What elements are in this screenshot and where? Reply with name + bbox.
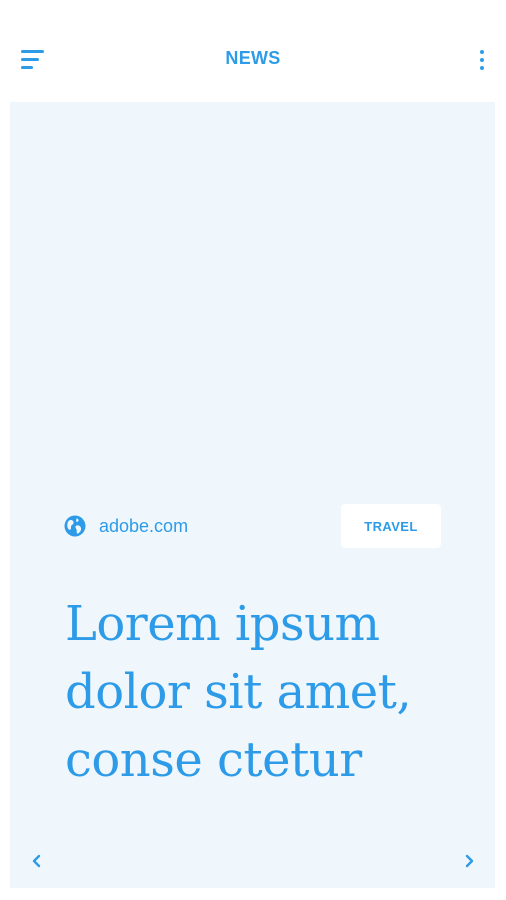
news-card[interactable]: adobe.com TRAVEL Lorem ipsum dolor sit a… bbox=[10, 102, 495, 888]
more-vertical-icon[interactable] bbox=[470, 45, 494, 75]
source-domain: adobe.com bbox=[99, 515, 189, 536]
globe-icon bbox=[64, 515, 86, 537]
page-title: NEWS bbox=[225, 48, 281, 68]
more-dot bbox=[480, 66, 484, 70]
source-link[interactable]: adobe.com bbox=[64, 504, 188, 548]
more-dot bbox=[480, 50, 484, 54]
more-dot bbox=[480, 58, 484, 62]
chevron-right-icon[interactable] bbox=[454, 846, 484, 876]
chevron-left-icon[interactable] bbox=[22, 846, 52, 876]
category-tag[interactable]: TRAVEL bbox=[341, 504, 441, 548]
top-app-bar: NEWS bbox=[0, 0, 506, 102]
article-headline: Lorem ipsum dolor sit amet, conse ctetur bbox=[65, 596, 412, 788]
